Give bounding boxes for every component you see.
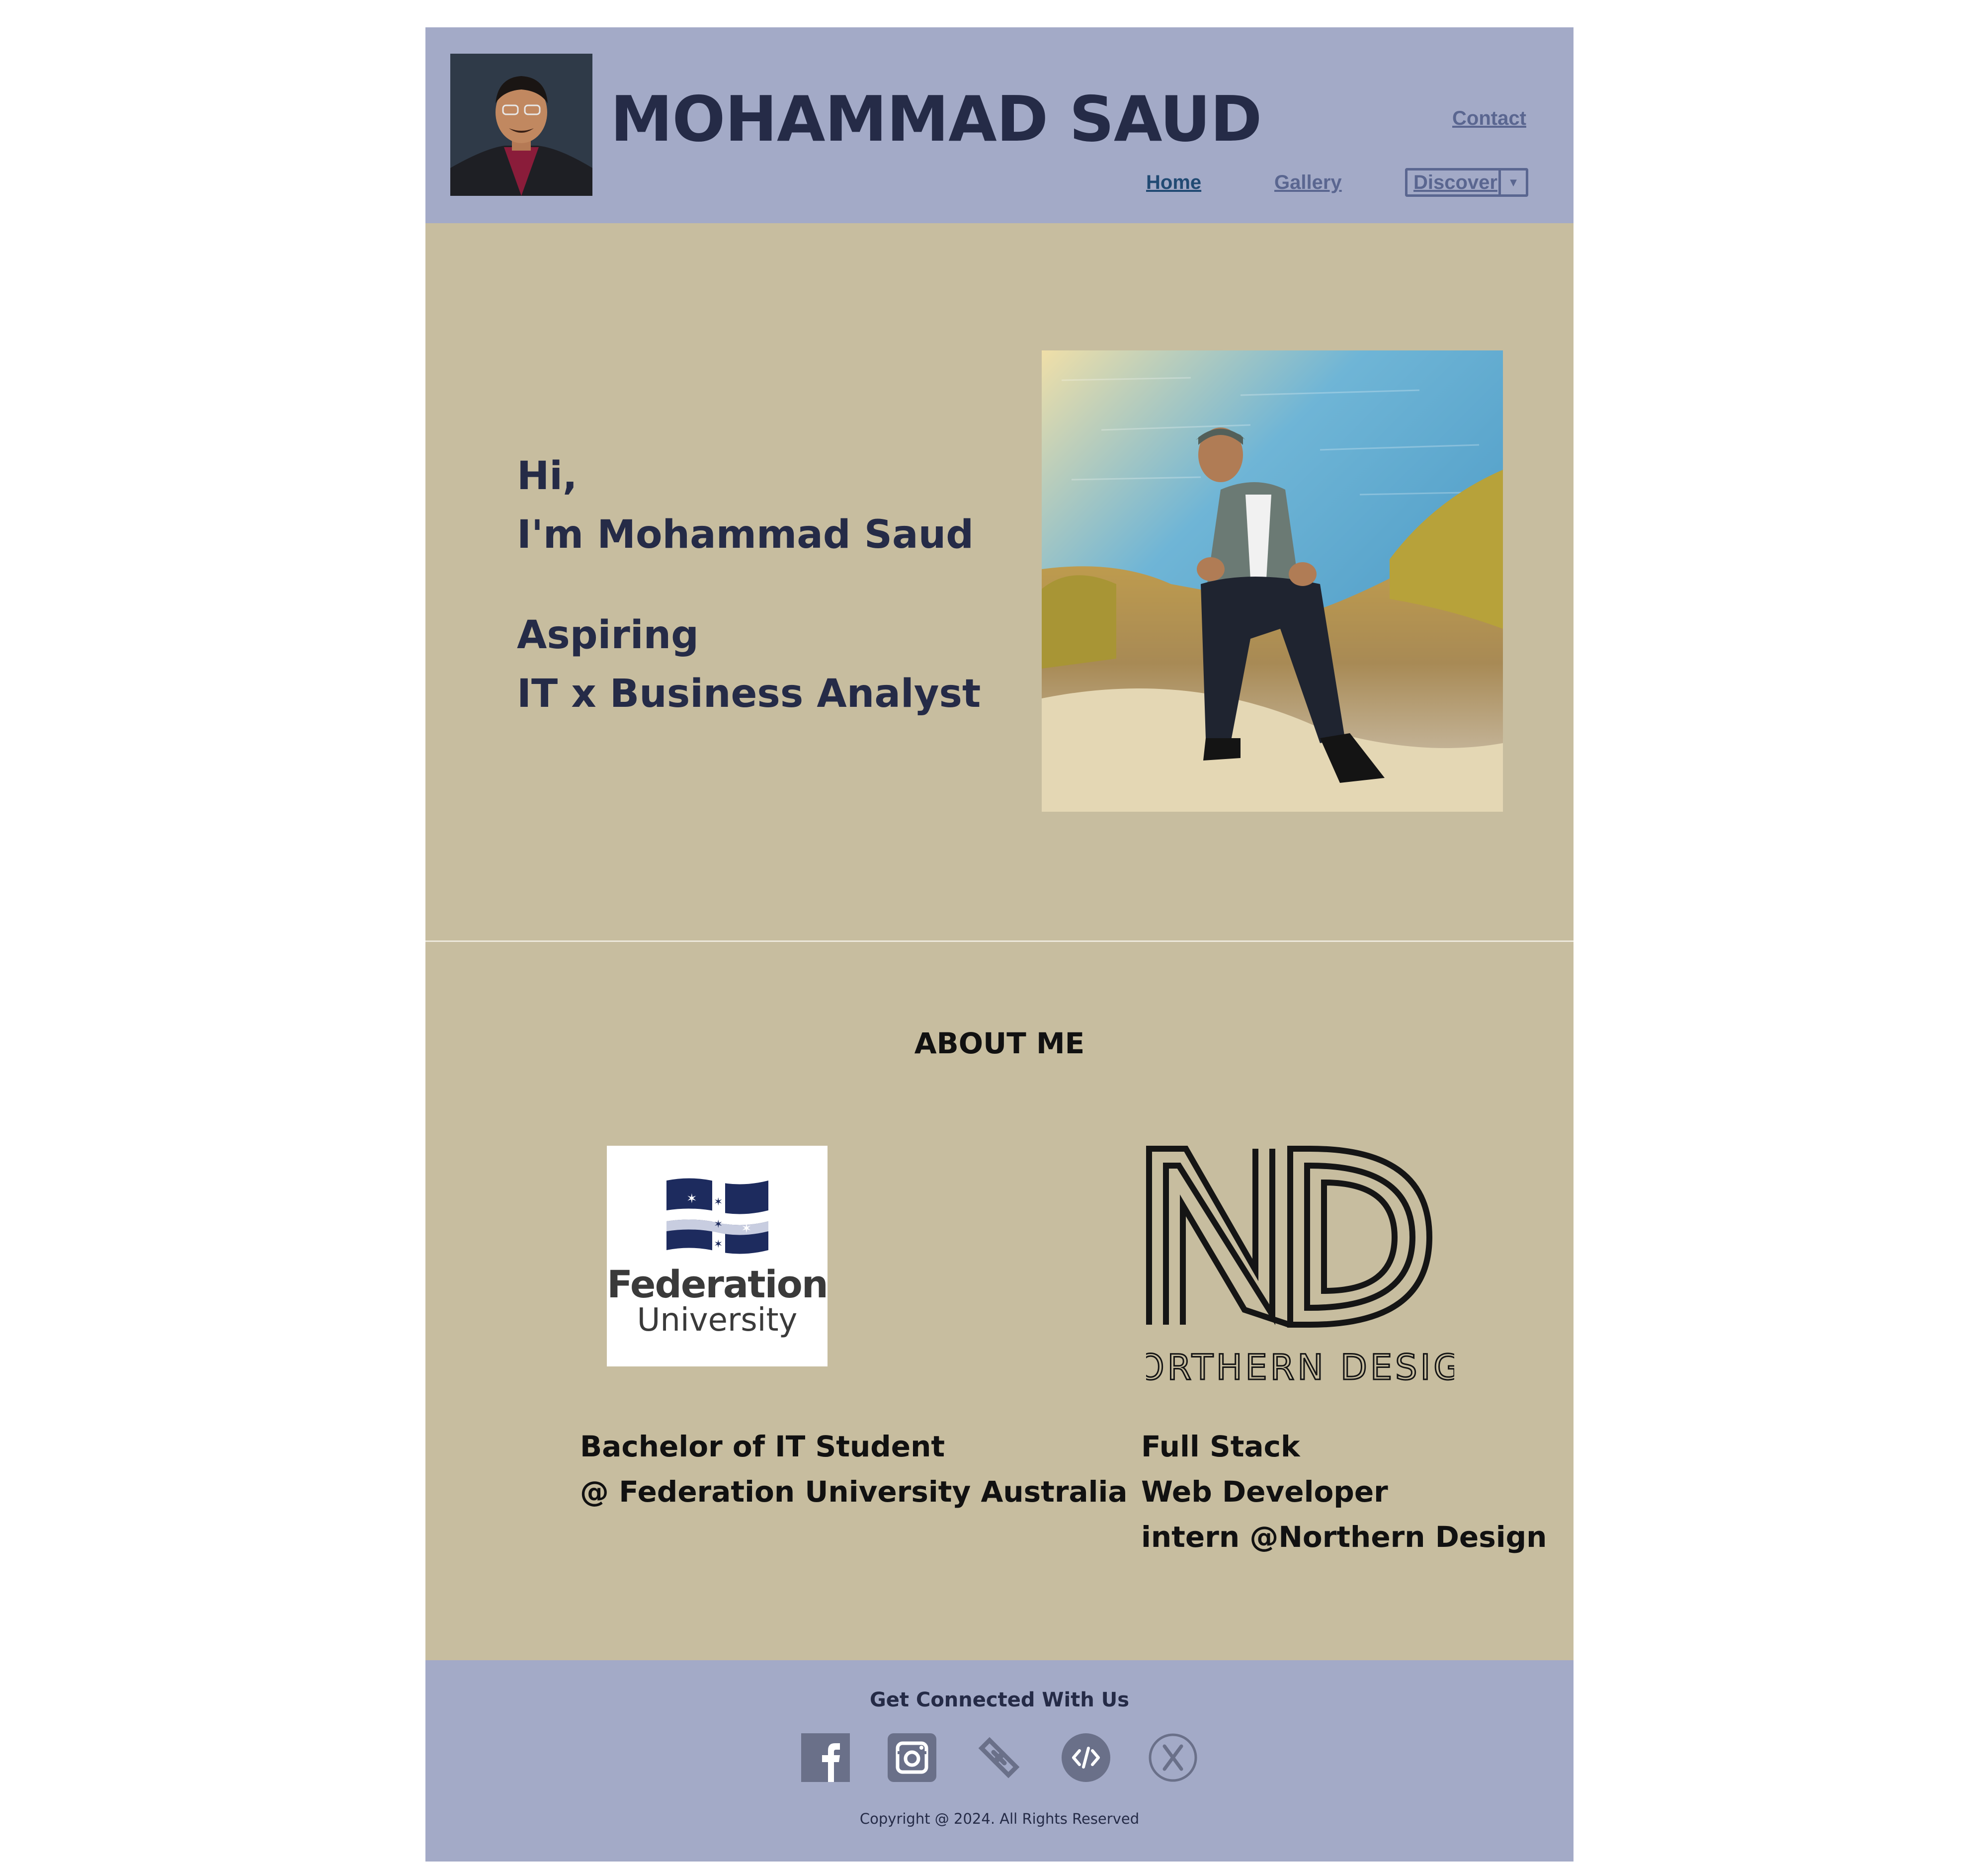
site-title: MOHAMMAD SAUD (610, 83, 1262, 156)
svg-text:✶: ✶ (714, 1238, 723, 1251)
code-icon[interactable] (1062, 1733, 1110, 1782)
northern-design-logo: NORTHERN DESIGN (1107, 1146, 1490, 1389)
instagram-icon[interactable] (888, 1733, 936, 1782)
nav-home-link[interactable]: Home (1146, 172, 1201, 192)
federation-logo-word1: Federation (607, 1262, 828, 1306)
hero-section: Hi, I'm Mohammad Saud Aspiring IT x Busi… (425, 223, 1574, 940)
hero-role-line1: Aspiring (517, 613, 699, 658)
discover-label: Discover (1408, 170, 1501, 194)
hero-role: Aspiring IT x Business Analyst (517, 606, 981, 723)
nav-contact-link[interactable]: Contact (1452, 108, 1526, 128)
work-line2: Web Developer (1141, 1475, 1388, 1509)
northern-design-wordmark: NORTHERN DESIGN (1146, 1347, 1454, 1388)
hero-greeting: Hi, I'm Mohammad Saud (517, 447, 974, 564)
copyright-text: Copyright @ 2024. All Rights Reserved (859, 1810, 1140, 1827)
page: MOHAMMAD SAUD Contact Home Gallery Disco… (425, 27, 1574, 1862)
nav-discover-dropdown[interactable]: Discover ▼ (1405, 168, 1528, 197)
federation-university-logo: ✶ ✶ ✶ ✶ ✶ Federation University (607, 1146, 828, 1366)
chevron-down-icon[interactable]: ▼ (1501, 170, 1526, 194)
svg-text:✶: ✶ (714, 1218, 723, 1231)
hero-greeting-line1: Hi, (517, 454, 578, 499)
education-line2: @ Federation University Australia (580, 1475, 1128, 1509)
svg-text:✶: ✶ (686, 1191, 697, 1206)
svg-text:✶: ✶ (714, 1196, 723, 1208)
hero-greeting-line2: I'm Mohammad Saud (517, 512, 974, 557)
work-line1: Full Stack (1141, 1430, 1300, 1463)
x-icon[interactable] (1149, 1733, 1197, 1782)
federation-logo-word2: University (637, 1302, 798, 1339)
facebook-icon[interactable] (801, 1733, 850, 1782)
hero-photo (1042, 350, 1503, 812)
link-icon[interactable] (975, 1733, 1023, 1782)
about-heading: ABOUT ME (914, 1026, 1085, 1060)
work-line3: intern @Northern Design (1141, 1520, 1547, 1554)
svg-text:✶: ✶ (741, 1221, 752, 1236)
hero-role-line2: IT x Business Analyst (517, 672, 981, 716)
nav-gallery-link[interactable]: Gallery (1274, 172, 1342, 192)
footer-title: Get Connected With Us (869, 1689, 1130, 1711)
site-header: MOHAMMAD SAUD Contact Home Gallery Disco… (425, 27, 1574, 223)
avatar (450, 54, 592, 196)
about-section: ABOUT ME ✶ ✶ ✶ ✶ ✶ Federation University (425, 942, 1574, 1660)
work-text: Full Stack Web Developer intern @Norther… (1141, 1424, 1547, 1560)
site-footer: Get Connected With Us Copyright @ 2024. … (425, 1660, 1574, 1862)
education-text: Bachelor of IT Student @ Federation Univ… (580, 1424, 1128, 1515)
education-line1: Bachelor of IT Student (580, 1430, 945, 1463)
